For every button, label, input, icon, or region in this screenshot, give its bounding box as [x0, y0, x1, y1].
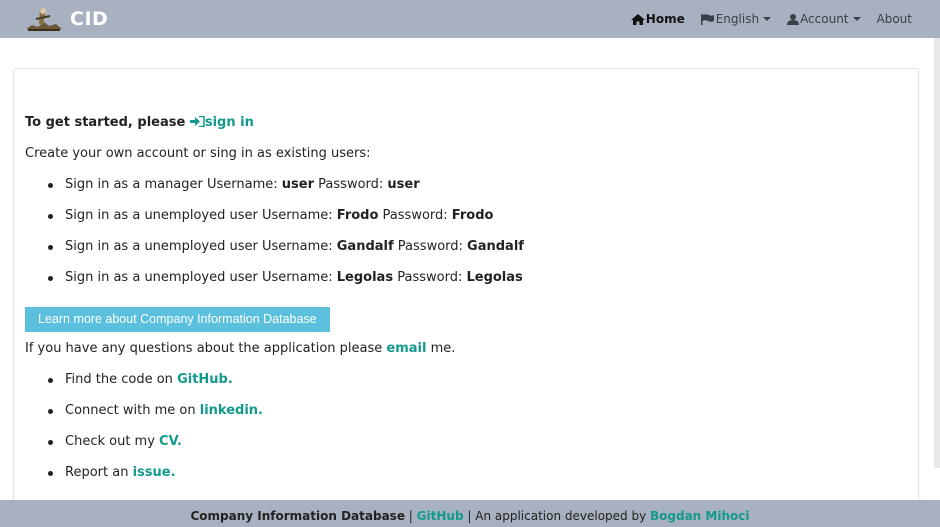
home-icon: [630, 13, 645, 25]
issue-link[interactable]: issue.: [133, 465, 176, 480]
nav-about[interactable]: About: [877, 12, 912, 26]
nav-home[interactable]: Home: [630, 12, 685, 26]
password-label: Password:: [382, 208, 448, 223]
top-navbar: CID Home English Account About: [0, 0, 940, 38]
nav-account-dropdown[interactable]: Account: [787, 12, 861, 26]
email-link[interactable]: email: [386, 341, 426, 356]
link-prefix: Report an: [65, 465, 129, 480]
link-prefix: Find the code on: [65, 372, 173, 387]
nav-account-label: Account: [800, 12, 849, 26]
sign-in-link-label: sign in: [204, 115, 254, 130]
user-prefix: Sign in as a unemployed user Username:: [65, 270, 333, 285]
link-prefix: Check out my: [65, 434, 155, 449]
password-label: Password:: [318, 177, 384, 192]
brand-link[interactable]: CID: [22, 5, 108, 33]
password-value: Gandalf: [467, 239, 524, 254]
gandalf-logo-icon: [26, 8, 62, 31]
contact-links-list: Find the code on GitHub. Connect with me…: [25, 372, 905, 496]
user-icon: [787, 13, 800, 25]
link-prefix: Connect with me on: [65, 403, 196, 418]
sign-in-link[interactable]: sign in: [189, 115, 254, 130]
nav-language-label: English: [715, 12, 760, 26]
password-value: Frodo: [451, 208, 494, 223]
nav-about-label: About: [876, 12, 912, 26]
footer-separator: |: [408, 509, 413, 523]
flag-icon: [700, 13, 714, 25]
questions-text: If you have any questions about the appl…: [25, 341, 383, 356]
main-content: To get started, please sign in Create yo…: [25, 115, 905, 496]
user-prefix: Sign in as a unemployed user Username:: [65, 239, 333, 254]
list-item: Check out my CV.: [25, 434, 905, 465]
getting-started-text: To get started, please: [25, 115, 186, 130]
footer-app-name: Company Information Database: [190, 509, 405, 523]
chevron-down-icon: [852, 17, 861, 21]
footer-author-link[interactable]: Bogdan Mihoci: [650, 509, 749, 523]
questions-line: If you have any questions about the appl…: [25, 341, 905, 372]
footer-separator: |: [467, 509, 472, 523]
scrollbar[interactable]: [934, 38, 940, 468]
sign-in-icon: [189, 116, 205, 127]
password-value: user: [387, 177, 420, 192]
questions-suffix: me.: [430, 341, 456, 356]
brand-title: CID: [70, 8, 109, 30]
list-item: Sign in as a manager Username: user Pass…: [25, 177, 905, 208]
footer-github-link[interactable]: GitHub: [417, 509, 464, 523]
password-label: Password:: [397, 270, 463, 285]
list-item: Sign in as a unemployed user Username: L…: [25, 270, 905, 301]
getting-started-line: To get started, please sign in: [25, 115, 905, 146]
footer: Company Information Database | GitHub | …: [0, 500, 940, 527]
password-value: Legolas: [466, 270, 523, 285]
username-value: Legolas: [336, 270, 394, 285]
chevron-down-icon: [763, 17, 772, 21]
cv-link[interactable]: CV.: [159, 434, 182, 449]
footer-developed-by: An application developed by: [475, 509, 647, 523]
user-prefix: Sign in as a unemployed user Username:: [65, 208, 333, 223]
username-value: Frodo: [336, 208, 379, 223]
list-item: Sign in as a unemployed user Username: G…: [25, 239, 905, 270]
password-label: Password:: [397, 239, 463, 254]
username-value: user: [281, 177, 315, 192]
create-account-text: Create your own account or sing in as ex…: [25, 146, 371, 161]
github-link[interactable]: GitHub.: [177, 372, 233, 387]
nav-menu: Home English Account About: [615, 0, 912, 38]
list-item: Report an issue.: [25, 465, 905, 496]
linkedin-link[interactable]: linkedin.: [200, 403, 263, 418]
learn-more-button[interactable]: Learn more about Company Information Dat…: [25, 307, 330, 332]
user-list: Sign in as a manager Username: user Pass…: [25, 177, 905, 301]
nav-language-dropdown[interactable]: English: [700, 12, 772, 26]
list-item: Connect with me on linkedin.: [25, 403, 905, 434]
nav-home-label: Home: [645, 12, 685, 26]
user-prefix: Sign in as a manager Username:: [65, 177, 278, 192]
list-item: Find the code on GitHub.: [25, 372, 905, 403]
list-item: Sign in as a unemployed user Username: F…: [25, 208, 905, 239]
username-value: Gandalf: [336, 239, 394, 254]
